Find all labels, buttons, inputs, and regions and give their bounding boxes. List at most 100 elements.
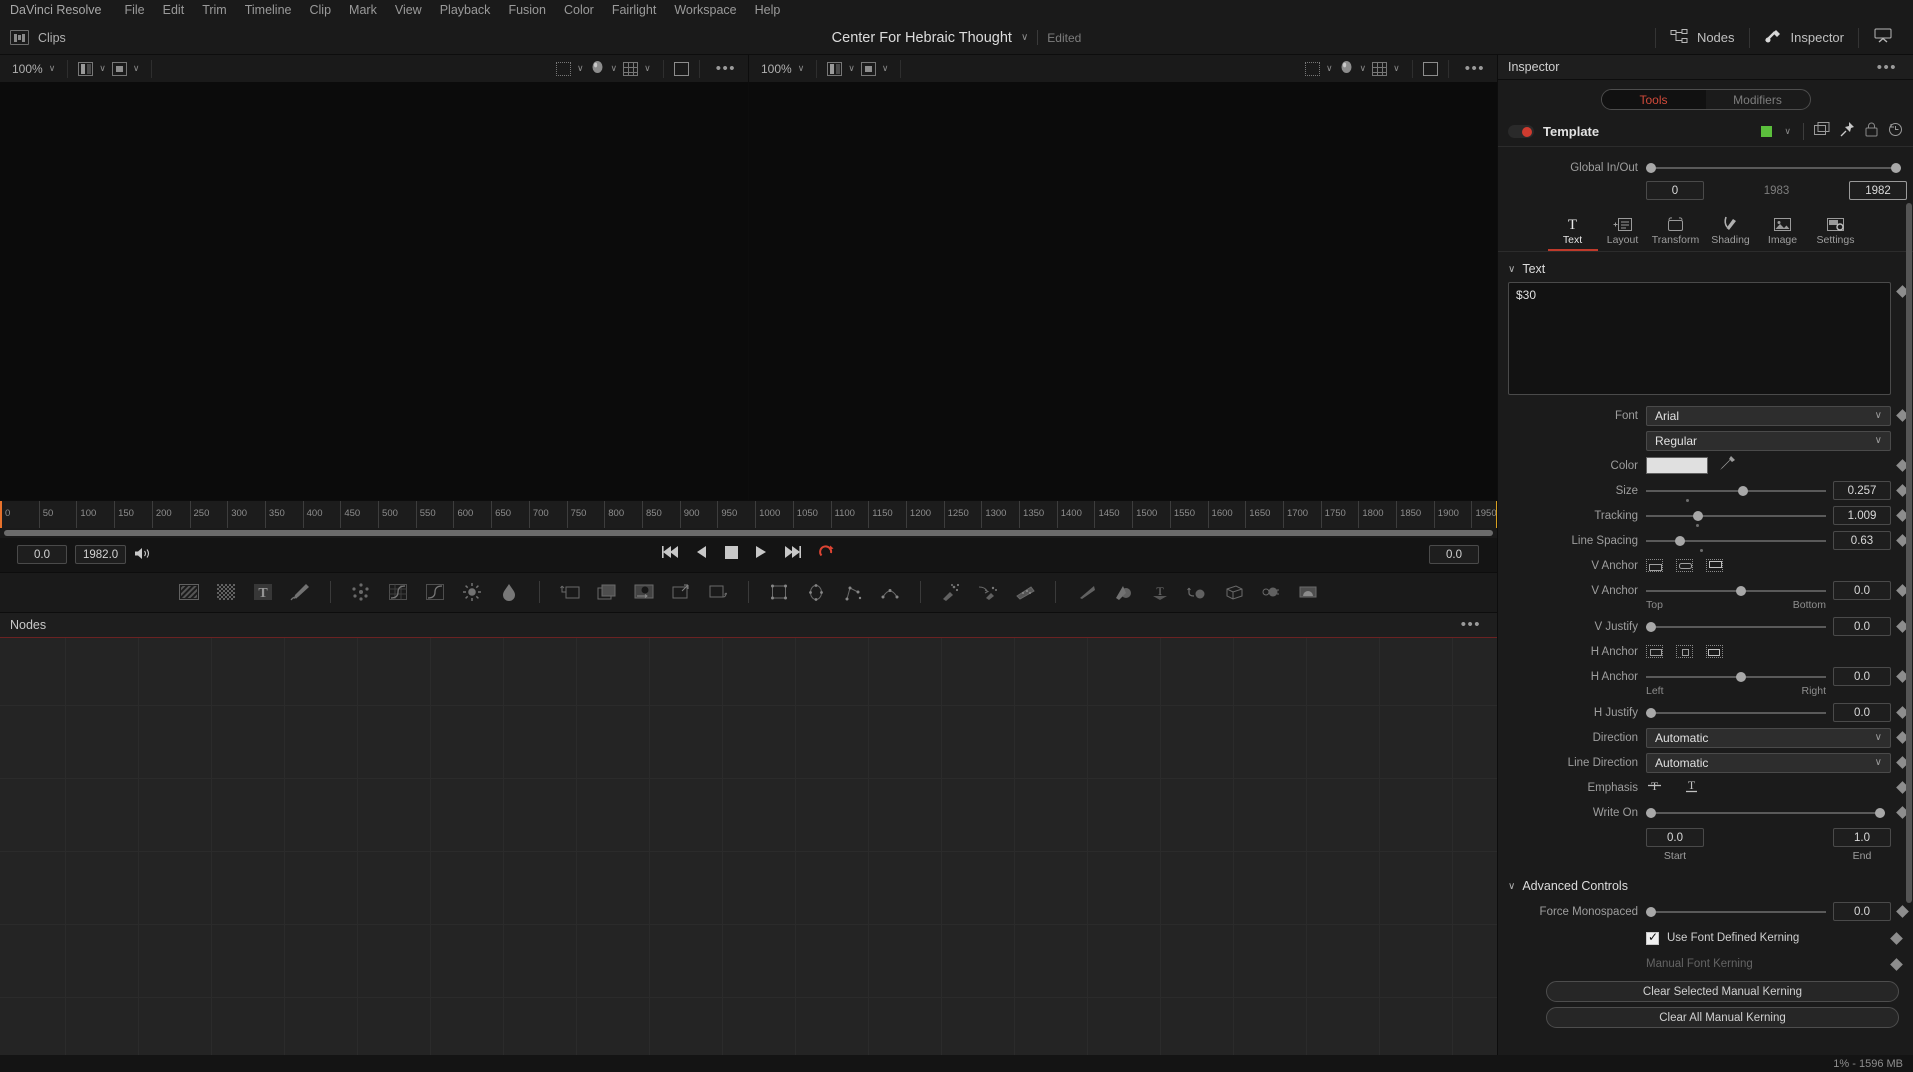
menu-item-playback[interactable]: Playback xyxy=(431,0,500,21)
pin-icon[interactable] xyxy=(1840,121,1855,142)
chevron-down-icon[interactable]: ∨ xyxy=(131,63,142,74)
merge-3d-icon[interactable] xyxy=(1186,581,1208,603)
chevron-down-icon[interactable]: ∨ xyxy=(1358,63,1369,74)
v-justify-slider[interactable] xyxy=(1646,616,1826,637)
chevron-down-icon[interactable]: ∨ xyxy=(880,63,891,74)
fit-screen-icon[interactable] xyxy=(1422,61,1438,76)
color-swatch[interactable] xyxy=(1646,457,1708,474)
current-time-field[interactable]: 0.0 xyxy=(1429,545,1479,564)
line-spacing-slider[interactable] xyxy=(1646,530,1826,552)
particles-tool-icon[interactable] xyxy=(350,581,372,603)
checker-tool-icon[interactable] xyxy=(215,581,237,603)
chevron-down-icon[interactable]: ∨ xyxy=(1021,32,1028,43)
timeline-scrollbar[interactable] xyxy=(0,527,1497,538)
advanced-controls-header[interactable]: ∨ Advanced Controls xyxy=(1498,875,1913,897)
menu-item-davinci-resolve[interactable]: DaVinci Resolve xyxy=(8,0,115,21)
lock-icon[interactable] xyxy=(1865,122,1878,142)
spline-grid-tool-icon[interactable] xyxy=(387,581,409,603)
clear-all-manual-kerning-button[interactable]: Clear All Manual Kerning xyxy=(1546,1007,1899,1028)
rectangle-mask-icon[interactable] xyxy=(768,581,790,603)
viewer-left[interactable] xyxy=(0,82,749,500)
tab-modifiers[interactable]: Modifiers xyxy=(1706,90,1810,109)
menu-item-fairlight[interactable]: Fairlight xyxy=(603,0,665,21)
dissolve-tool-icon[interactable] xyxy=(596,581,618,603)
grid-overlay-icon[interactable] xyxy=(1372,61,1388,76)
nodes-panel-options[interactable]: ••• xyxy=(1455,616,1487,633)
tool-enable-toggle[interactable] xyxy=(1508,125,1534,138)
timeline-ruler[interactable]: 0 50 100 150 200 250 300 350 400 450 500 550 600 650 7… xyxy=(0,499,1497,528)
tab-shading[interactable]: Shading xyxy=(1704,211,1758,251)
h-anchor-center-button[interactable] xyxy=(1676,645,1693,658)
split-view-icon[interactable] xyxy=(827,61,843,76)
playhead-end-marker[interactable] xyxy=(1496,500,1497,528)
region-select-icon[interactable] xyxy=(555,61,571,76)
viewer-options-left[interactable]: ••• xyxy=(710,60,742,77)
line-direction-select[interactable]: Automatic ∨ xyxy=(1646,752,1891,773)
eyedropper-icon[interactable] xyxy=(1719,455,1736,476)
chevron-down-icon[interactable]: ∨ xyxy=(1324,63,1335,74)
region-select-icon[interactable] xyxy=(1304,61,1320,76)
tracking-field[interactable]: 1.009 xyxy=(1833,506,1891,525)
renderer-3d-icon[interactable] xyxy=(1297,581,1319,603)
force-monospaced-slider[interactable] xyxy=(1646,901,1826,922)
chevron-down-icon[interactable]: ∨ xyxy=(47,63,58,74)
curve-tool-icon[interactable] xyxy=(424,581,446,603)
first-frame-button[interactable] xyxy=(662,545,679,564)
image-plane-3d-icon[interactable] xyxy=(1075,581,1097,603)
viewer-options-right[interactable]: ••• xyxy=(1459,60,1491,77)
text-3d-icon[interactable]: T xyxy=(1149,581,1171,603)
use-font-kerning-keyframe-button[interactable] xyxy=(1890,931,1903,945)
transform-tool-icon[interactable] xyxy=(633,581,655,603)
tracking-slider[interactable] xyxy=(1646,505,1826,527)
play-button[interactable] xyxy=(755,545,767,564)
force-monospaced-keyframe-button[interactable] xyxy=(1896,905,1909,918)
write-on-end-knob[interactable] xyxy=(1875,807,1885,818)
font-family-select[interactable]: Arial ∨ xyxy=(1646,405,1891,426)
node-graph-canvas[interactable]: Template MediaOut1 xyxy=(0,637,1497,1055)
h-anchor-field[interactable]: 0.0 xyxy=(1833,667,1891,686)
force-monospaced-field[interactable]: 0.0 xyxy=(1833,902,1891,921)
text-tool-icon[interactable]: T xyxy=(252,581,274,603)
tab-transform[interactable]: Transform xyxy=(1648,211,1704,251)
v-anchor-bottom-button[interactable] xyxy=(1706,559,1723,572)
size-field[interactable]: 0.257 xyxy=(1833,481,1891,500)
h-anchor-right-button[interactable] xyxy=(1706,645,1723,658)
text-input[interactable]: $30 xyxy=(1508,282,1891,395)
h-justify-slider[interactable] xyxy=(1646,702,1826,723)
viewer-zoom-level-left[interactable]: 100% xyxy=(6,62,43,76)
tab-text[interactable]: T Text xyxy=(1547,211,1598,251)
clips-toggle[interactable]: Clips xyxy=(0,30,66,45)
strikethrough-icon[interactable]: T xyxy=(1646,778,1663,798)
menu-item-timeline[interactable]: Timeline xyxy=(236,0,301,21)
chevron-down-icon[interactable]: ∨ xyxy=(575,63,586,74)
menu-item-edit[interactable]: Edit xyxy=(154,0,194,21)
chevron-down-icon[interactable]: ∨ xyxy=(1508,881,1515,892)
chevron-down-icon[interactable]: ∨ xyxy=(609,63,620,74)
write-on-start-field[interactable]: 0.0 xyxy=(1646,828,1704,847)
last-frame-button[interactable] xyxy=(784,545,801,564)
global-out-knob[interactable] xyxy=(1891,162,1901,173)
menu-item-fusion[interactable]: Fusion xyxy=(499,0,555,21)
camera-3d-icon[interactable] xyxy=(1223,581,1245,603)
loop-button[interactable] xyxy=(818,544,835,565)
shape-3d-icon[interactable] xyxy=(1112,581,1134,603)
menu-item-view[interactable]: View xyxy=(386,0,431,21)
v-anchor-middle-button[interactable] xyxy=(1676,559,1693,572)
nodes-panel-button[interactable]: Nodes xyxy=(1656,21,1749,54)
v-anchor-slider[interactable] xyxy=(1646,580,1826,601)
polygon-mask-icon[interactable] xyxy=(842,581,864,603)
menu-item-file[interactable]: File xyxy=(115,0,153,21)
page-title[interactable]: Center For Hebraic Thought xyxy=(832,30,1012,46)
particle-emitter-icon[interactable] xyxy=(940,581,962,603)
v-justify-field[interactable]: 0.0 xyxy=(1833,617,1891,636)
line-spacing-field[interactable]: 0.63 xyxy=(1833,531,1891,550)
split-view-icon[interactable] xyxy=(78,61,94,76)
viewer-layout-icon[interactable] xyxy=(111,61,127,76)
brightness-tool-icon[interactable] xyxy=(461,581,483,603)
h-anchor-left-button[interactable] xyxy=(1646,645,1663,658)
v-anchor-top-button[interactable] xyxy=(1646,559,1663,572)
global-inout-slider[interactable] xyxy=(1646,157,1907,178)
panel-collapse-button[interactable] xyxy=(1859,21,1907,54)
menu-item-color[interactable]: Color xyxy=(555,0,603,21)
grid-overlay-icon[interactable] xyxy=(623,61,639,76)
